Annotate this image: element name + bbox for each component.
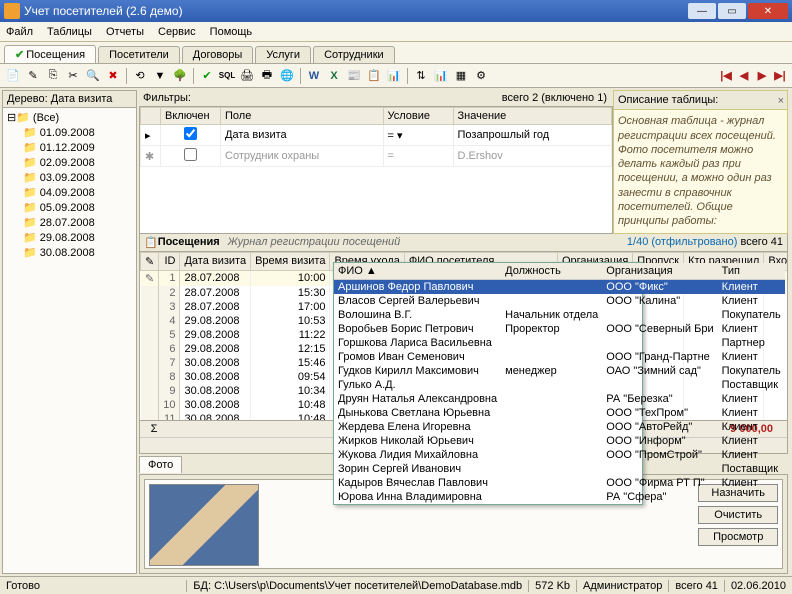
nav-prev-icon[interactable]: ◀ (736, 67, 752, 85)
tab-services[interactable]: Услуги (255, 46, 311, 63)
tab-visitors[interactable]: Посетители (98, 46, 180, 63)
chart-icon[interactable]: 📊 (432, 67, 450, 85)
maximize-button[interactable]: ▭ (718, 3, 746, 19)
view-button[interactable]: Просмотр (698, 528, 778, 546)
export-xml-icon[interactable]: 📋 (365, 67, 383, 85)
window-title: Учет посетителей (2.6 демо) (24, 4, 686, 18)
dropdown-row[interactable]: Воробьев Борис ПетровичПроректорООО "Сев… (334, 322, 785, 336)
clear-filter-icon[interactable]: ⟲ (131, 67, 149, 85)
nav-first-icon[interactable]: |◀ (718, 67, 734, 85)
titlebar: Учет посетителей (2.6 демо) — ▭ ✕ (0, 0, 792, 22)
tab-staff[interactable]: Сотрудники (313, 46, 395, 63)
export-csv-icon[interactable]: 📊 (385, 67, 403, 85)
filter-checkbox[interactable] (184, 148, 197, 161)
tree-node[interactable]: 📁01.09.2008 (5, 125, 134, 140)
columns-icon[interactable]: ▦ (452, 67, 470, 85)
dropdown-row[interactable]: Гулько А.Д.Поставщик (334, 378, 785, 392)
status-role: Администратор (576, 580, 668, 592)
dropdown-row[interactable]: Горшкова Лариса ВасильевнаПартнер (334, 336, 785, 350)
menu-service[interactable]: Сервис (158, 26, 196, 38)
menubar: Файл Таблицы Отчеты Сервис Помощь (0, 22, 792, 42)
menu-reports[interactable]: Отчеты (106, 26, 144, 38)
close-button[interactable]: ✕ (748, 3, 788, 19)
tree-node[interactable]: 📁30.08.2008 (5, 245, 134, 260)
sql-icon[interactable]: SQL (218, 67, 236, 85)
status-date: 02.06.2010 (724, 580, 792, 592)
filter-grid[interactable]: Включен Поле Условие Значение ▸ Дата виз… (139, 106, 613, 234)
filter-checkbox[interactable] (184, 127, 197, 140)
delete-icon[interactable]: ✖ (104, 67, 122, 85)
statusbar: Готово БД: C:\Users\p\Documents\Учет пос… (0, 576, 792, 594)
tab-bar: ✔Посещения Посетители Договоры Услуги Со… (0, 42, 792, 64)
dropdown-row[interactable]: Кадыров Вячеслав ПавловичООО "Фирма РТ П… (334, 476, 785, 490)
tree-node[interactable]: 📁28.07.2008 (5, 215, 134, 230)
filters-count: всего 2 (включено 1) (496, 90, 613, 106)
tree-pane: Дерево: Дата визита ⊟ 📁(Все) 📁01.09.2008… (2, 90, 137, 574)
app-icon (4, 3, 20, 19)
clear-button[interactable]: Очистить (698, 506, 778, 524)
description-header: Описание таблицы: (614, 91, 787, 110)
tab-visits[interactable]: ✔Посещения (4, 45, 96, 63)
menu-help[interactable]: Помощь (210, 26, 253, 38)
cut-icon[interactable]: ✂ (64, 67, 82, 85)
tree-node[interactable]: 📁05.09.2008 (5, 200, 134, 215)
photo-tab[interactable]: Фото (139, 456, 182, 473)
nav-last-icon[interactable]: ▶| (772, 67, 788, 85)
filter-icon[interactable]: ▼ (151, 67, 169, 85)
dropdown-row[interactable]: Дынькова Светлана ЮрьевнаООО "ТехПром"Кл… (334, 406, 785, 420)
dropdown-row[interactable]: Жукова Лидия МихайловнаООО "ПромСтрой"Кл… (334, 448, 785, 462)
nav-next-icon[interactable]: ▶ (754, 67, 770, 85)
tree[interactable]: ⊟ 📁(Все) 📁01.09.2008📁01.12.2009📁02.09.20… (3, 108, 136, 573)
find-icon[interactable]: 🔍 (84, 67, 102, 85)
status-total: всего 41 (668, 580, 724, 592)
toolbar: 📄 ✎ ⎘ ✂ 🔍 ✖ ⟲ ▼ 🌳 ✔ SQL 🖨 🖶 🌐 W X 📰 📋 📊 … (0, 64, 792, 88)
tree-header: Дерево: Дата визита (3, 91, 136, 108)
tree-icon[interactable]: 🌳 (171, 67, 189, 85)
settings-icon[interactable]: ⚙ (472, 67, 490, 85)
description-close-icon[interactable]: × (778, 94, 784, 108)
tree-root[interactable]: ⊟ 📁(Все) (5, 110, 134, 125)
filter-row: ✱ Сотрудник охраны=D.Ershov (141, 146, 612, 167)
tree-node[interactable]: 📁01.12.2009 (5, 140, 134, 155)
tab-contracts[interactable]: Договоры (182, 46, 253, 63)
tree-node[interactable]: 📁29.08.2008 (5, 230, 134, 245)
printer2-icon[interactable]: 🖶 (258, 67, 276, 85)
new-icon[interactable]: 📄 (4, 67, 22, 85)
copy-icon[interactable]: ⎘ (44, 67, 62, 85)
filters-label: Фильтры: (139, 90, 199, 106)
export-word-icon[interactable]: W (305, 67, 323, 85)
globe-icon[interactable]: 🌐 (278, 67, 296, 85)
check-icon[interactable]: ✔ (198, 67, 216, 85)
minimize-button[interactable]: — (688, 3, 716, 19)
grid-header: 📋 Посещения Журнал регистрации посещений… (139, 234, 788, 252)
tree-node[interactable]: 📁04.09.2008 (5, 185, 134, 200)
dropdown-row[interactable]: Волошина В.Г.Начальник отделаПокупатель (334, 308, 785, 322)
dropdown-row[interactable]: Аршинов Федор ПавловичООО "Фикс"Клиент (334, 280, 785, 295)
dropdown-row[interactable]: Громов Иван СеменовичООО "Гранд-ПартнеКл… (334, 350, 785, 364)
export-excel-icon[interactable]: X (325, 67, 343, 85)
export-html-icon[interactable]: 📰 (345, 67, 363, 85)
visitor-dropdown[interactable]: ФИО ▲Должность ОрганизацияТип Аршинов Фе… (333, 262, 643, 505)
dropdown-row[interactable]: Гудков Кирилл МаксимовичменеджерОАО "Зим… (334, 364, 785, 378)
dropdown-row[interactable]: Зорин Сергей ИвановичПоставщик (334, 462, 785, 476)
dropdown-row[interactable]: Жирков Николай ЮрьевичООО "Информ"Клиент (334, 434, 785, 448)
print-icon[interactable]: 🖨 (238, 67, 256, 85)
tree-node[interactable]: 📁03.09.2008 (5, 170, 134, 185)
edit-icon[interactable]: ✎ (24, 67, 42, 85)
description-text: Основная таблица - журнал регистрации вс… (618, 114, 783, 228)
menu-file[interactable]: Файл (6, 26, 33, 38)
filter-row: ▸ Дата визита= ▾Позапрошлый год (141, 125, 612, 146)
status-db: БД: C:\Users\p\Documents\Учет посетителе… (186, 580, 528, 592)
tree-node[interactable]: 📁02.09.2008 (5, 155, 134, 170)
dropdown-row[interactable]: Друян Наталья АлександровнаРА "Березка"К… (334, 392, 785, 406)
visitor-photo (149, 484, 259, 566)
status-size: 572 Kb (528, 580, 576, 592)
dropdown-row[interactable]: Юрова Инна ВладимировнаРА "Сфера" (334, 490, 785, 504)
status-ready: Готово (0, 580, 186, 592)
description-panel: Описание таблицы: × Основная таблица - ж… (613, 90, 788, 234)
dropdown-row[interactable]: Власов Сергей ВалерьевичООО "Калина"Клие… (334, 294, 785, 308)
menu-tables[interactable]: Таблицы (47, 26, 92, 38)
dropdown-row[interactable]: Жердева Елена ИгоревнаООО "АвтоРейд"Клие… (334, 420, 785, 434)
sort-icon[interactable]: ⇅ (412, 67, 430, 85)
